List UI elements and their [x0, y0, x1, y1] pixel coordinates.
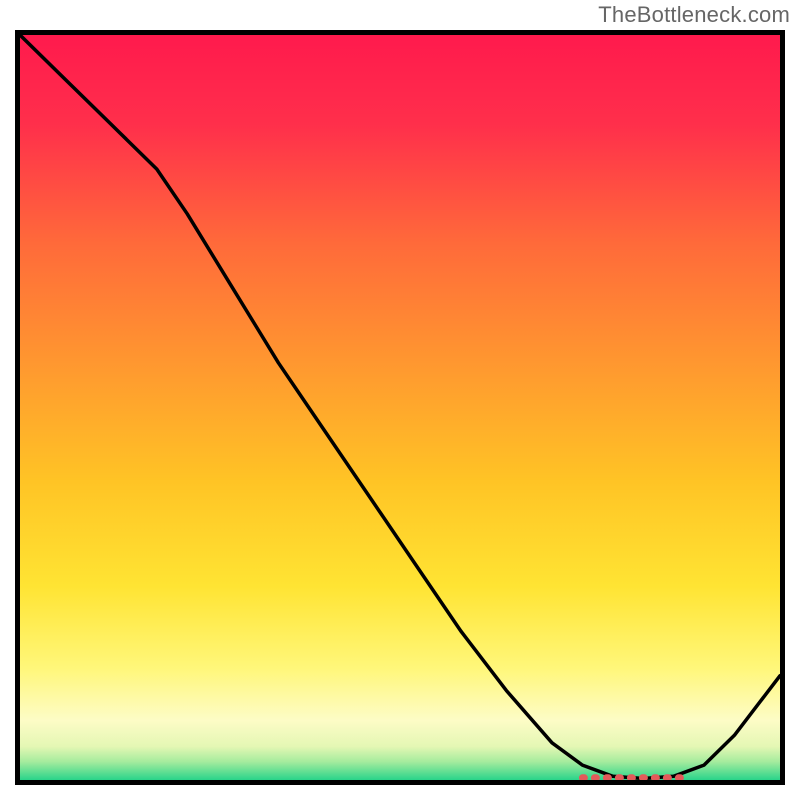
- chart-svg: [20, 35, 780, 780]
- watermark-text: TheBottleneck.com: [598, 2, 790, 28]
- plot-frame: [15, 30, 785, 785]
- chart-stage: TheBottleneck.com: [0, 0, 800, 800]
